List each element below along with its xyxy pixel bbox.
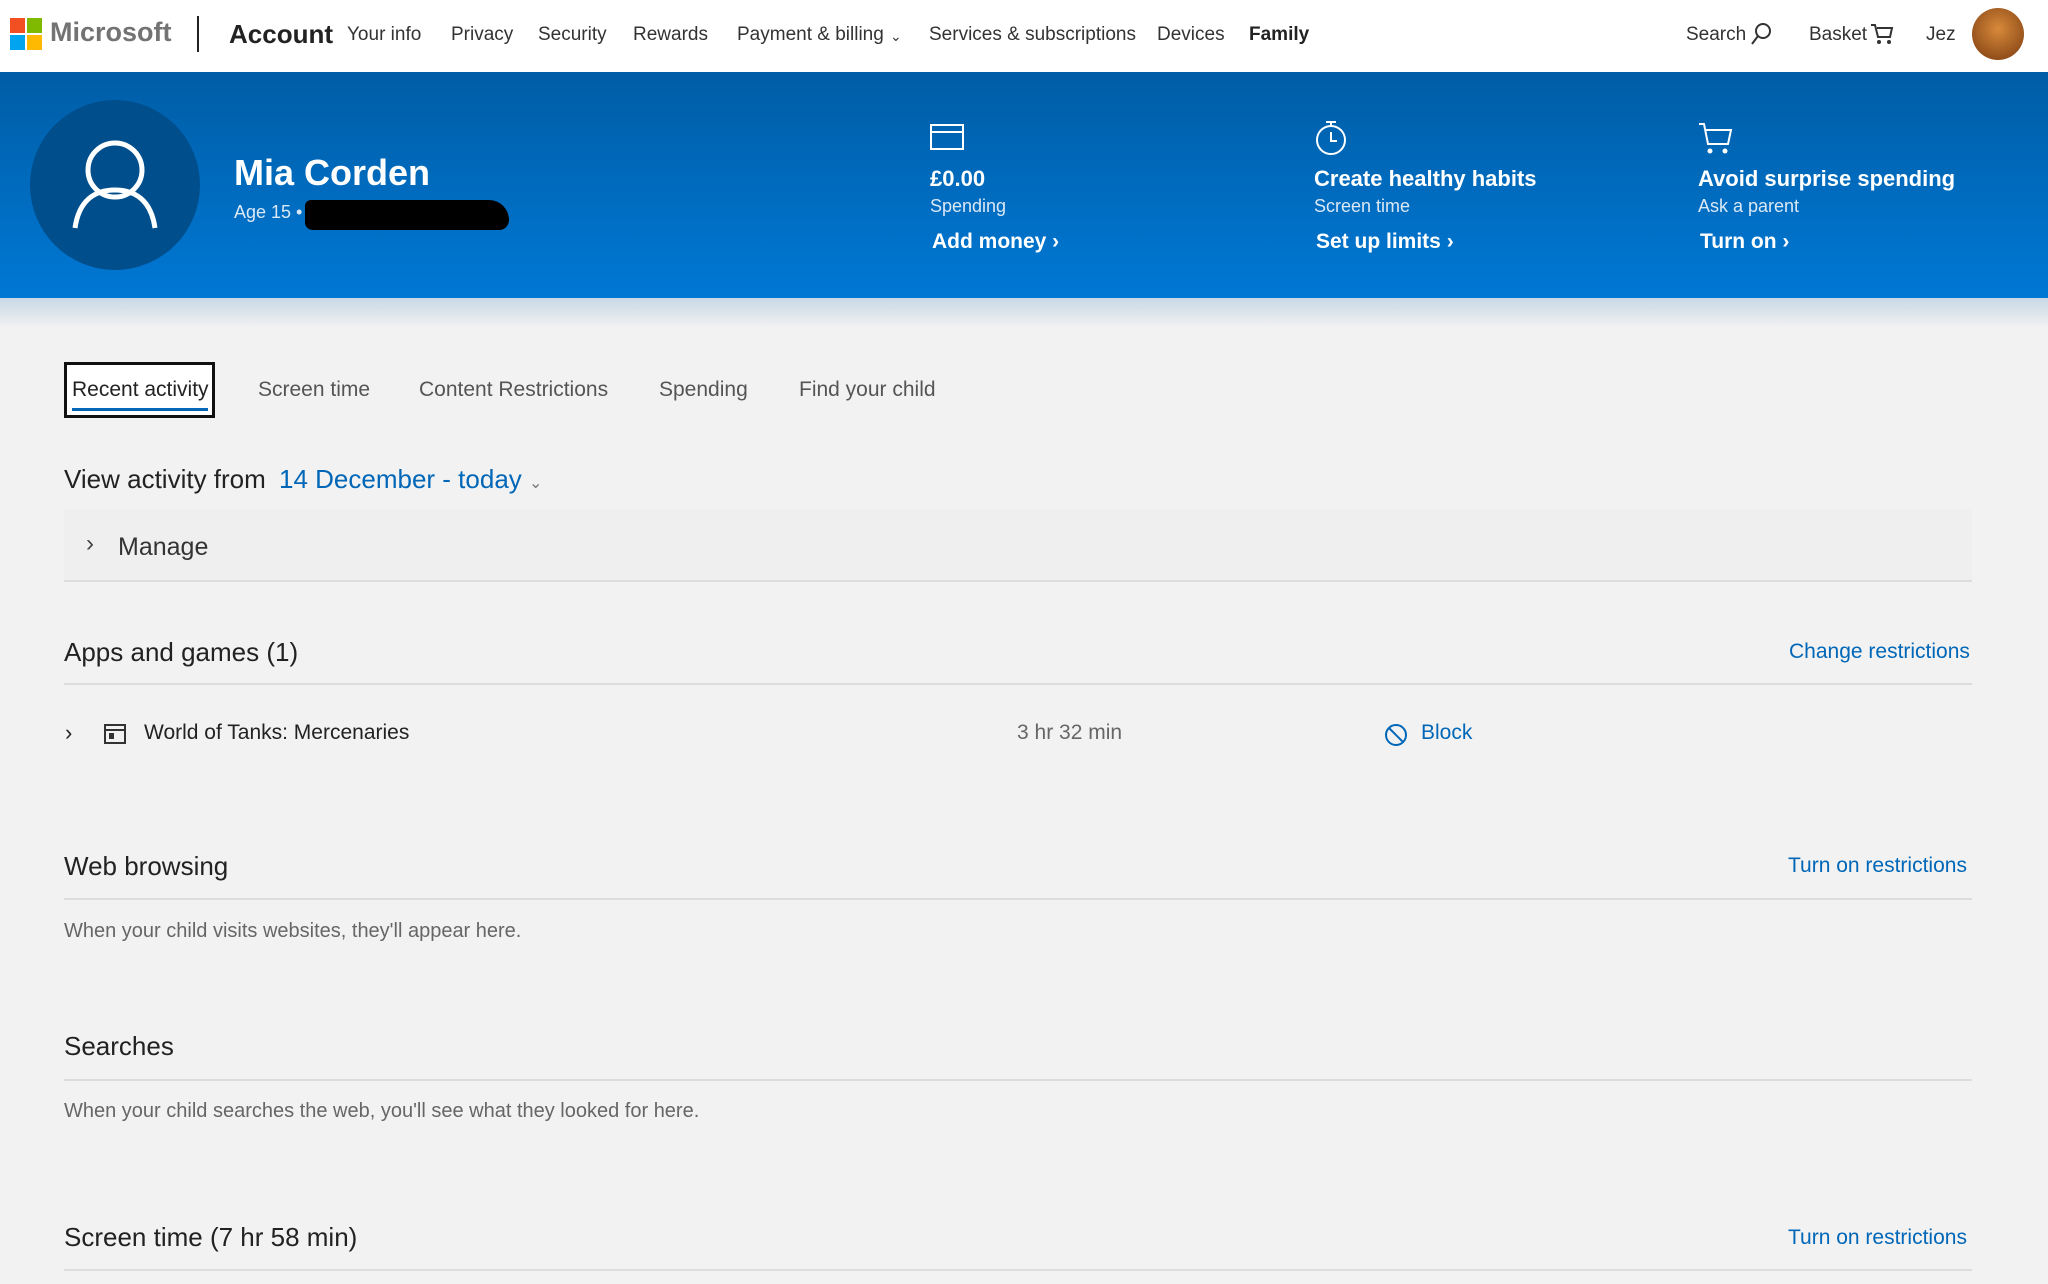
surprise-spending-title: Avoid surprise spending bbox=[1698, 166, 1955, 192]
nav-family[interactable]: Family bbox=[1249, 24, 1309, 46]
divider bbox=[64, 1269, 1972, 1271]
block-button[interactable]: Block bbox=[1421, 721, 1472, 745]
account-link[interactable]: Account bbox=[229, 19, 333, 50]
spending-label: Spending bbox=[930, 196, 1006, 217]
nav-security[interactable]: Security bbox=[538, 24, 607, 46]
set-up-limits-link[interactable]: Set up limits › bbox=[1316, 230, 1454, 254]
top-nav: Microsoft Account Your info Privacy Secu… bbox=[0, 0, 2048, 72]
tab-recent-activity-label[interactable]: Recent activity bbox=[72, 378, 209, 402]
stopwatch-icon bbox=[1314, 120, 1348, 156]
banner-fade bbox=[0, 298, 2048, 328]
redacted-email bbox=[305, 200, 509, 230]
change-restrictions-link[interactable]: Change restrictions bbox=[1789, 640, 1970, 664]
chevron-down-icon[interactable]: ⌄ bbox=[890, 28, 902, 45]
tab-screen-time[interactable]: Screen time bbox=[258, 378, 370, 402]
web-turn-on-restrictions-link[interactable]: Turn on restrictions bbox=[1788, 854, 1967, 878]
nav-privacy[interactable]: Privacy bbox=[451, 24, 513, 46]
search-button[interactable]: Search bbox=[1686, 24, 1746, 46]
apps-games-heading: Apps and games (1) bbox=[64, 637, 298, 668]
child-age: Age 15 • bbox=[234, 202, 302, 223]
tab-find-your-child[interactable]: Find your child bbox=[799, 378, 936, 402]
tab-spending[interactable]: Spending bbox=[659, 378, 748, 402]
manage-expander[interactable] bbox=[64, 509, 1972, 582]
searches-empty-message: When your child searches the web, you'll… bbox=[64, 1100, 699, 1123]
chevron-down-icon: ⌄ bbox=[529, 475, 542, 492]
app-usage-time: 3 hr 32 min bbox=[1017, 721, 1122, 745]
web-browsing-heading: Web browsing bbox=[64, 851, 228, 882]
search-icon[interactable] bbox=[1750, 22, 1772, 46]
app-name: World of Tanks: Mercenaries bbox=[144, 721, 409, 745]
divider bbox=[64, 683, 1972, 685]
card-icon bbox=[930, 124, 964, 150]
divider bbox=[64, 1079, 1972, 1081]
web-empty-message: When your child visits websites, they'll… bbox=[64, 920, 521, 943]
profile-banner: Mia Corden Age 15 • £0.00 Spending Add m… bbox=[0, 72, 2048, 298]
cart-icon[interactable] bbox=[1870, 22, 1894, 46]
spending-amount: £0.00 bbox=[930, 166, 985, 192]
divider bbox=[64, 898, 1972, 900]
tab-content-restrictions[interactable]: Content Restrictions bbox=[419, 378, 608, 402]
active-tab-indicator bbox=[72, 408, 208, 411]
ask-parent-label: Ask a parent bbox=[1698, 196, 1799, 217]
block-icon[interactable] bbox=[1384, 723, 1408, 747]
turn-on-link[interactable]: Turn on › bbox=[1700, 230, 1789, 254]
screen-time-label: Screen time bbox=[1314, 196, 1410, 217]
nav-rewards[interactable]: Rewards bbox=[633, 24, 708, 46]
healthy-habits-title: Create healthy habits bbox=[1314, 166, 1537, 192]
cart-icon bbox=[1698, 122, 1734, 156]
screen-turn-on-restrictions-link[interactable]: Turn on restrictions bbox=[1788, 1226, 1967, 1250]
user-avatar[interactable] bbox=[1972, 8, 2024, 60]
user-name[interactable]: Jez bbox=[1926, 24, 1956, 46]
nav-devices[interactable]: Devices bbox=[1157, 24, 1225, 46]
brand[interactable]: Microsoft bbox=[50, 17, 172, 48]
child-avatar bbox=[30, 100, 200, 270]
date-range-dropdown[interactable]: 14 December - today ⌄ bbox=[279, 464, 542, 495]
searches-heading: Searches bbox=[64, 1031, 174, 1062]
app-icon bbox=[104, 724, 126, 744]
divider bbox=[197, 16, 199, 52]
child-name: Mia Corden bbox=[234, 152, 430, 194]
nav-payment-billing[interactable]: Payment & billing bbox=[737, 24, 884, 46]
expand-row-chevron-icon[interactable]: › bbox=[65, 720, 72, 746]
view-activity-label: View activity from bbox=[64, 464, 266, 495]
manage-label[interactable]: Manage bbox=[118, 533, 208, 562]
nav-services[interactable]: Services & subscriptions bbox=[929, 24, 1136, 46]
screen-time-heading: Screen time (7 hr 58 min) bbox=[64, 1222, 357, 1253]
microsoft-logo-icon[interactable] bbox=[10, 18, 42, 50]
nav-your-info[interactable]: Your info bbox=[347, 24, 421, 46]
add-money-link[interactable]: Add money › bbox=[932, 230, 1059, 254]
basket-button[interactable]: Basket bbox=[1809, 24, 1867, 46]
chevron-right-icon[interactable]: › bbox=[86, 530, 94, 558]
person-icon bbox=[30, 100, 200, 270]
